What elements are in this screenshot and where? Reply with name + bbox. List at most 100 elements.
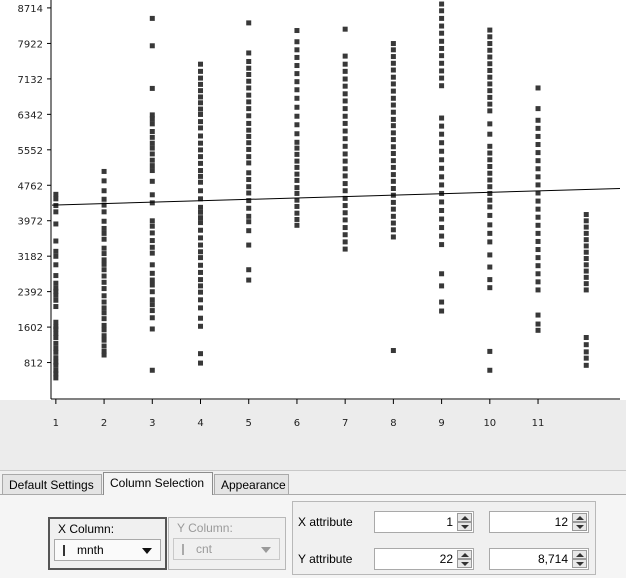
y-min-spinner[interactable]: 22 <box>374 548 474 570</box>
data-point <box>390 185 396 191</box>
data-point <box>198 160 204 166</box>
spinner-up-icon[interactable] <box>457 513 472 522</box>
data-point <box>535 263 541 269</box>
data-point <box>583 243 589 249</box>
data-point <box>101 236 107 242</box>
data-point <box>583 224 589 230</box>
x-max-spinner[interactable]: 12 <box>489 511 589 533</box>
chevron-down-icon <box>261 547 271 553</box>
data-point <box>487 222 493 228</box>
data-point <box>101 196 107 202</box>
data-point <box>149 200 155 206</box>
data-point <box>246 85 252 91</box>
y-tick-label: 6342 <box>18 110 43 121</box>
data-point <box>342 143 348 149</box>
data-point <box>439 242 445 248</box>
data-point <box>342 232 348 238</box>
data-point <box>246 133 252 139</box>
data-point <box>439 8 445 14</box>
data-point <box>535 85 541 91</box>
data-point <box>198 133 204 139</box>
data-point <box>342 239 348 245</box>
data-point <box>487 212 493 218</box>
data-point <box>149 168 155 174</box>
data-point <box>294 190 300 196</box>
data-point <box>390 88 396 94</box>
data-point <box>198 360 204 366</box>
data-point <box>246 267 252 273</box>
data-point <box>198 351 204 357</box>
data-point <box>101 343 107 349</box>
data-point <box>294 151 300 157</box>
data-point <box>294 158 300 164</box>
data-point <box>149 163 155 169</box>
data-point <box>198 81 204 87</box>
data-point <box>439 115 445 121</box>
data-point <box>535 214 541 220</box>
data-point <box>198 94 204 100</box>
data-point <box>198 168 204 174</box>
data-point <box>246 177 252 183</box>
data-point <box>390 234 396 240</box>
data-point <box>487 74 493 80</box>
data-point <box>535 125 541 131</box>
x-min-spinner[interactable]: 1 <box>374 511 474 533</box>
data-point <box>390 164 396 170</box>
spinner-up-icon[interactable] <box>572 550 587 559</box>
data-point <box>53 273 59 279</box>
data-point <box>53 355 59 361</box>
data-point <box>583 281 589 287</box>
spinner-down-icon[interactable] <box>572 559 587 568</box>
spinner-down-icon[interactable] <box>457 559 472 568</box>
tab-column-selection[interactable]: Column Selection <box>103 472 213 495</box>
y-tick-label: 1602 <box>18 323 43 334</box>
data-point <box>390 60 396 66</box>
tab-default-settings[interactable]: Default Settings <box>2 474 102 494</box>
tab-appearance[interactable]: Appearance <box>214 474 289 494</box>
data-point <box>198 242 204 248</box>
data-point <box>342 76 348 82</box>
data-point <box>535 117 541 123</box>
data-point <box>101 168 107 174</box>
data-point <box>149 297 155 303</box>
data-point <box>53 238 59 244</box>
y-max-spinner[interactable]: 8,714 <box>489 548 589 570</box>
spinner-up-icon[interactable] <box>457 550 472 559</box>
data-point <box>198 147 204 153</box>
x-column-select[interactable]: mnth <box>54 539 161 561</box>
data-point <box>342 98 348 104</box>
data-point <box>439 15 445 21</box>
data-point <box>53 292 59 298</box>
x-column-value: mnth <box>77 543 104 557</box>
data-point <box>101 293 107 299</box>
data-point <box>149 134 155 140</box>
spinner-down-icon[interactable] <box>572 522 587 531</box>
spinner-up-icon[interactable] <box>572 513 587 522</box>
data-point <box>487 34 493 40</box>
data-point <box>342 26 348 32</box>
data-point <box>342 120 348 126</box>
y-min-value: 22 <box>439 552 453 566</box>
data-point <box>487 164 493 170</box>
data-point <box>53 253 59 259</box>
data-point <box>246 219 252 225</box>
data-point <box>535 287 541 293</box>
column-grip-icon <box>182 544 184 555</box>
data-point <box>583 262 589 268</box>
data-point <box>149 250 155 256</box>
data-point <box>53 375 59 381</box>
x-tick-label: 5 <box>246 418 252 429</box>
data-point <box>342 173 348 179</box>
data-point <box>487 81 493 87</box>
data-point <box>342 128 348 134</box>
column-selection-panel: X Column: mnth Y Column: cnt X attribute… <box>0 494 626 578</box>
data-point <box>342 106 348 112</box>
data-point <box>487 143 493 149</box>
data-point <box>101 218 107 224</box>
spinner-down-icon[interactable] <box>457 522 472 531</box>
data-point <box>439 38 445 44</box>
data-point <box>198 173 204 179</box>
chevron-down-icon[interactable] <box>142 548 152 554</box>
data-point <box>149 121 155 127</box>
data-point <box>294 71 300 77</box>
